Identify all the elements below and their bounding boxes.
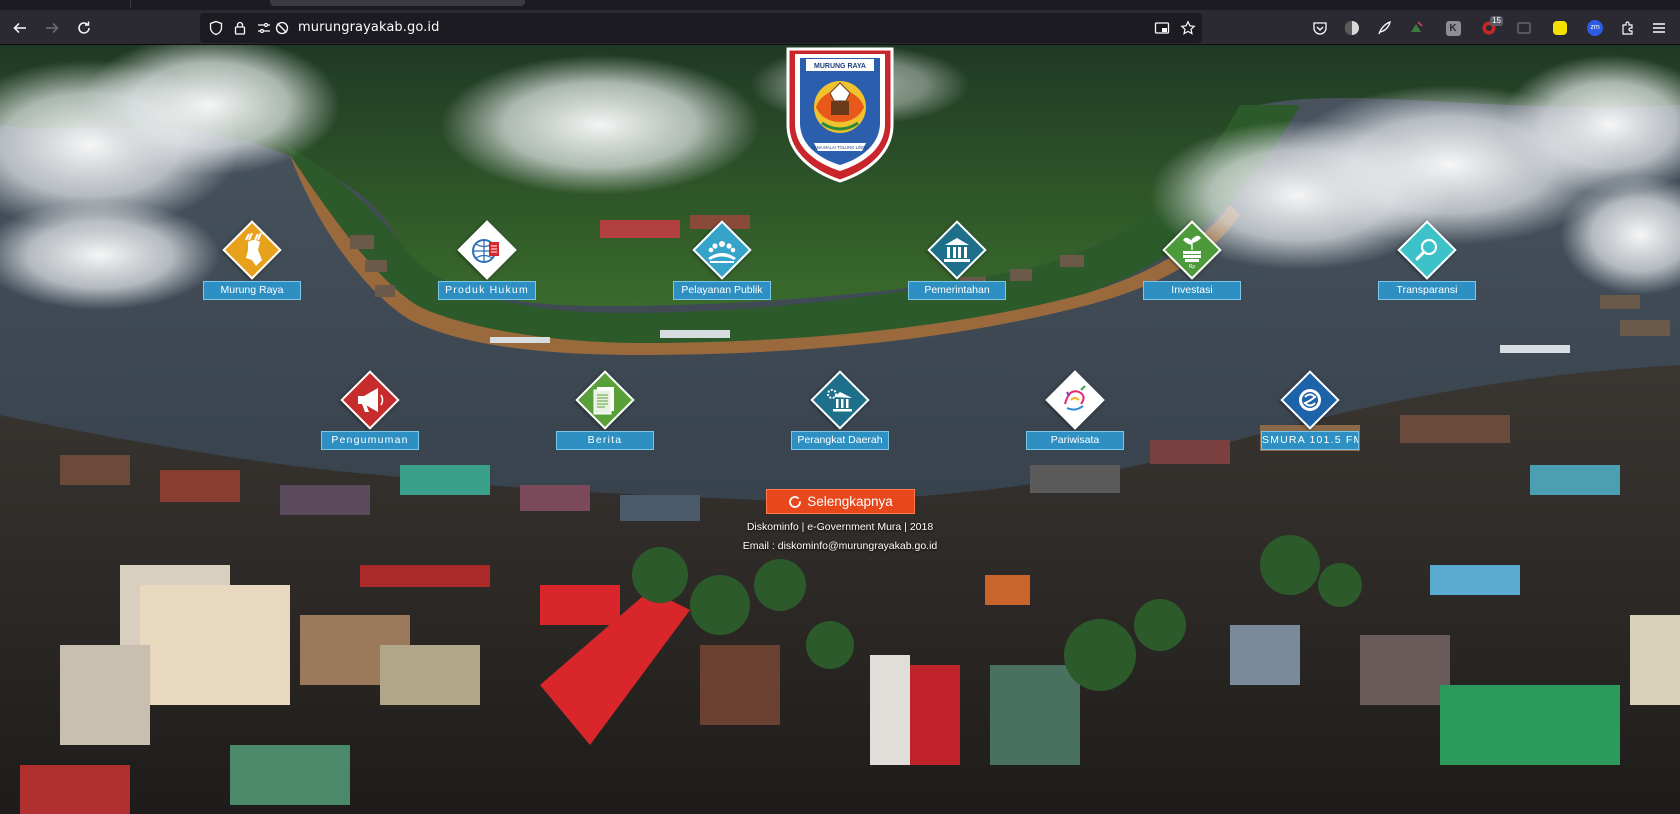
tourism-swirl-icon (1064, 385, 1086, 411)
svg-text:Rp: Rp (1189, 264, 1196, 270)
megaphone-icon (358, 388, 384, 412)
menu-icon-tile (692, 220, 752, 280)
extension-badge: 15 (1490, 16, 1503, 26)
menu-icon-tile (1045, 370, 1105, 430)
menu-label: Produk Hukum (438, 281, 536, 300)
murung-raya-logo[interactable]: MURUNG RAYA TANA MALAI TOLUNG LINGU (784, 45, 896, 183)
menu-icon-tile (457, 220, 517, 280)
newspaper-icon (593, 387, 614, 415)
shield-icon[interactable] (208, 20, 224, 36)
reload-button[interactable] (70, 14, 98, 42)
menu-pariwisata[interactable]: Pariwisata (1026, 370, 1124, 452)
active-tab-edge[interactable] (270, 0, 525, 6)
menu-label: Perangkat Daerah (791, 431, 889, 450)
counter-extension-icon[interactable]: 15 (1480, 16, 1503, 37)
menu-perangkat-daerah[interactable]: Perangkat Daerah (791, 370, 889, 452)
menu-label: Investasi (1143, 281, 1241, 300)
menu-icon-tile (575, 370, 635, 430)
menu-icon-tile (927, 220, 987, 280)
menu-murung-raya[interactable]: Murung Raya (203, 220, 301, 302)
magnifier-icon (1415, 238, 1438, 261)
globe-document-icon (472, 239, 499, 263)
menu-transparansi[interactable]: Transparansi (1378, 220, 1476, 302)
selengkapnya-button[interactable]: Selengkapnya (766, 489, 915, 514)
extensions-puzzle-icon[interactable] (1619, 19, 1637, 37)
footer-email[interactable]: Email : diskominfo@murungrayakab.go.id (640, 540, 1040, 552)
menu-label: Transparansi (1378, 281, 1476, 300)
feather-extension-icon[interactable] (1375, 19, 1393, 37)
k-extension-label: K (1445, 20, 1461, 36)
menu-icon-tile (222, 220, 282, 280)
web-page: MURUNG RAYA TANA MALAI TOLUNG LINGU Muru… (0, 45, 1680, 814)
regional-office-icon (827, 389, 852, 412)
bookmark-star-icon[interactable] (1180, 20, 1196, 36)
selengkapnya-label: Selengkapnya (807, 494, 893, 509)
window-extension-icon[interactable] (1515, 19, 1533, 37)
permissions-icon[interactable] (256, 20, 272, 36)
back-arrow-icon (13, 22, 26, 34)
forward-button[interactable] (38, 14, 66, 42)
investment-plant-icon: Rp (1183, 235, 1201, 270)
menu-label: Pelayanan Publik (673, 281, 771, 300)
menu-icon-tile (810, 370, 870, 430)
menu-icon-tile (1280, 370, 1340, 430)
forward-arrow-icon (46, 22, 59, 34)
url-text[interactable]: murungrayakab.go.id (298, 20, 439, 35)
picture-in-picture-icon[interactable] (1154, 20, 1170, 36)
menu-pengumuman[interactable]: Pengumuman (321, 370, 419, 452)
menu-investasi[interactable]: Rp Investasi (1143, 220, 1241, 302)
footer-credit: Diskominfo | e-Government Mura | 2018 (746, 521, 934, 533)
zoom-extension-label: zm (1587, 20, 1603, 36)
menu-produk-hukum[interactable]: Produk Hukum (438, 220, 536, 302)
k-extension-icon[interactable]: K (1444, 19, 1462, 37)
tab-separator (130, 0, 131, 8)
back-button[interactable] (6, 14, 34, 42)
deer-icon (245, 232, 262, 266)
pocket-icon[interactable] (1311, 19, 1329, 37)
zoom-extension-icon[interactable]: zm (1586, 19, 1604, 37)
menu-label: Murung Raya (203, 281, 301, 300)
address-bar[interactable]: murungrayakab.go.id (200, 13, 1202, 43)
menu-icon-tile (1397, 220, 1457, 280)
tab-strip (0, 0, 1680, 10)
logo-motto-text: TANA MALAI TOLUNG LINGU (812, 145, 869, 150)
menu-label: Pariwisata (1026, 431, 1124, 450)
profile-extension-icon[interactable] (1343, 19, 1361, 37)
hamburger-menu-icon[interactable] (1650, 19, 1668, 37)
yellow-extension-icon[interactable] (1551, 19, 1569, 37)
menu-label: Pemerintahan (908, 281, 1006, 300)
menu-berita[interactable]: Berita (556, 370, 654, 452)
logo-top-text: MURUNG RAYA (814, 63, 866, 70)
green-extension-icon[interactable] (1407, 19, 1425, 37)
reload-icon (78, 21, 90, 34)
menu-icon-tile: Rp (1162, 220, 1222, 280)
menu-label: SMURA 101.5 FM (1261, 431, 1359, 450)
menu-icon-tile (340, 370, 400, 430)
lock-icon[interactable] (232, 20, 248, 36)
menu-smura-fm[interactable]: SMURA 101.5 FM (1261, 370, 1359, 452)
radio-logo-icon (1299, 389, 1321, 411)
tracking-off-icon[interactable] (274, 20, 290, 36)
people-service-icon (708, 241, 736, 263)
menu-pemerintahan[interactable]: Pemerintahan (908, 220, 1006, 302)
government-building-icon (944, 238, 970, 262)
browser-toolbar: murungrayakab.go.id K 15 zm (0, 10, 1680, 45)
refresh-spinner-icon (789, 495, 802, 508)
menu-label: Berita (556, 431, 654, 450)
menu-pelayanan-publik[interactable]: Pelayanan Publik (673, 220, 771, 302)
menu-label: Pengumuman (321, 431, 419, 450)
